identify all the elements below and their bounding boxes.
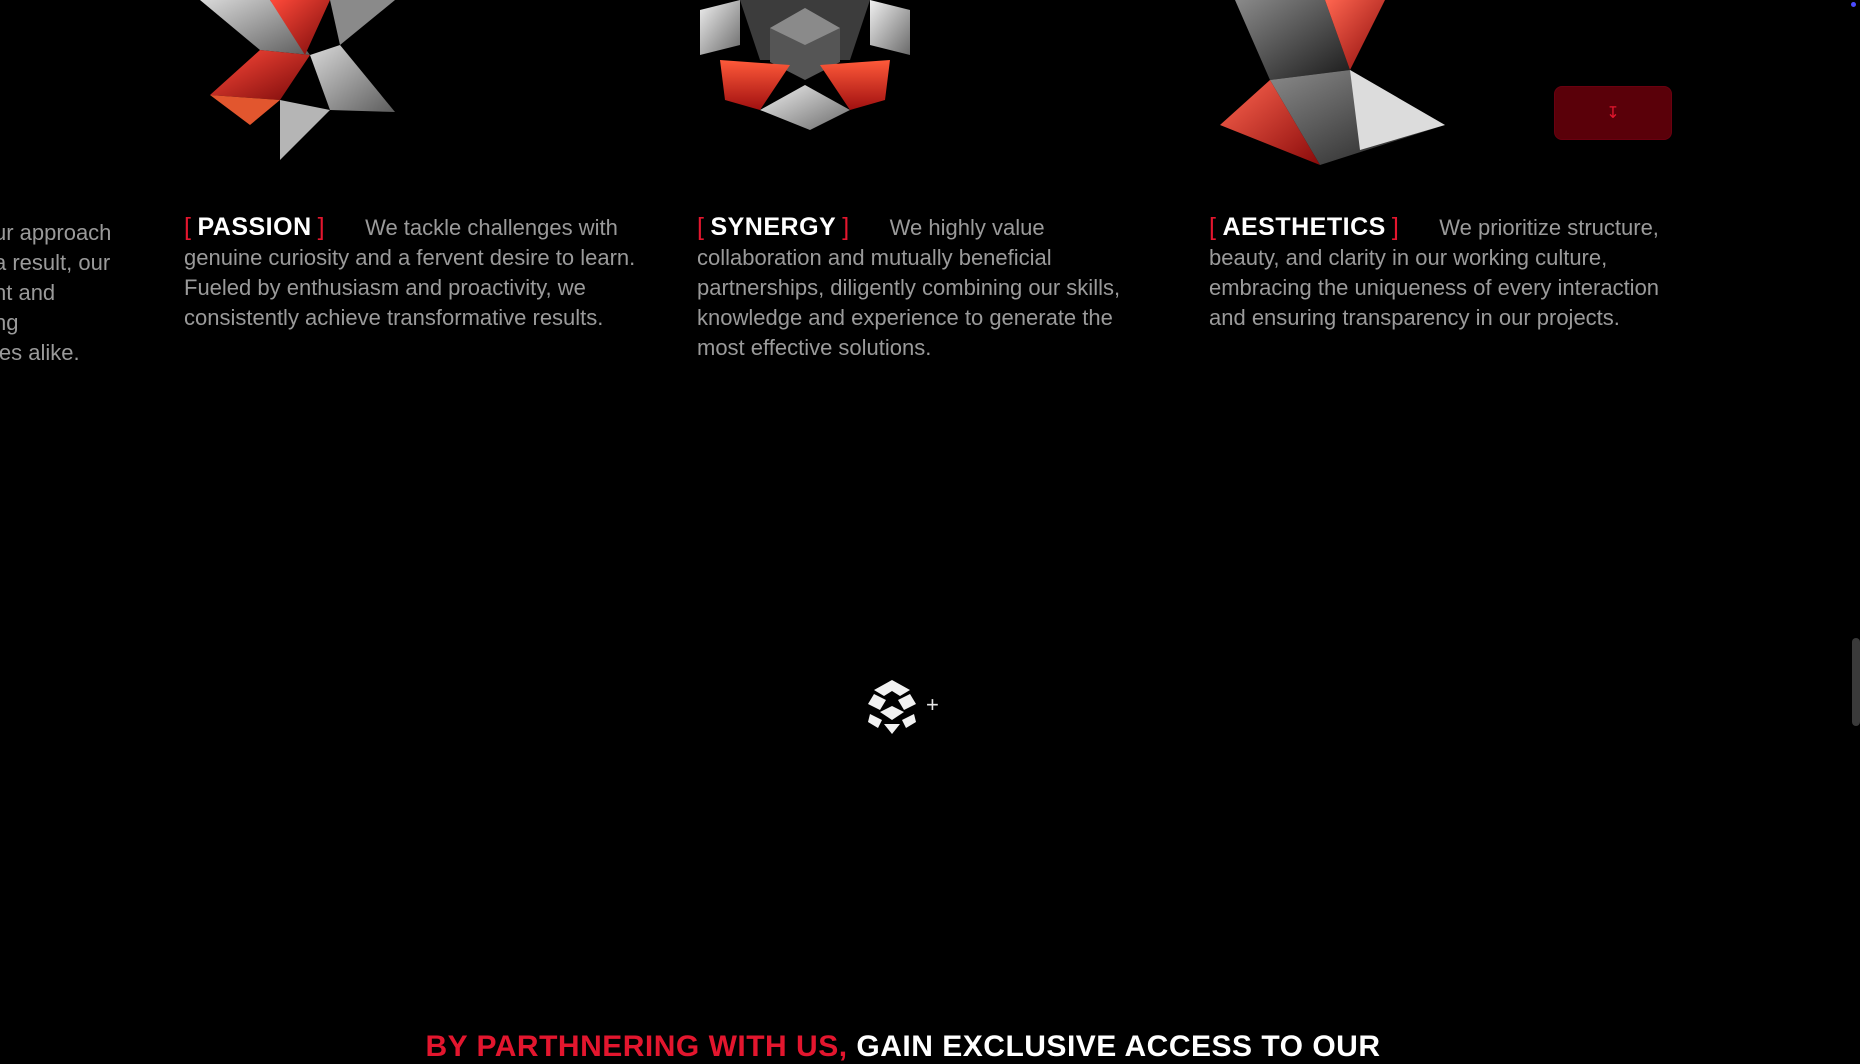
passion-shape-graphic <box>200 0 395 160</box>
value-column-aesthetics: [AESTHETICS] We prioritize structure, bea… <box>1209 212 1669 333</box>
cta-red-text: BY PARTHNERING WITH US, <box>425 1030 848 1063</box>
value-column-synergy: [SYNERGY] We highly value collaboration a… <box>697 212 1157 363</box>
aesthetics-shape-graphic <box>1220 0 1445 165</box>
brand-logo-icon <box>868 680 916 734</box>
partner-cta-heading: BY PARTHNERING WITH US, GAIN EXCLUSIVE A… <box>0 1030 1806 1064</box>
cta-white-text: GAIN EXCLUSIVE ACCESS TO OUR <box>856 1030 1381 1063</box>
plus-icon: + <box>926 692 939 717</box>
corner-indicator <box>1851 2 1856 7</box>
synergy-shape-graphic <box>700 0 910 130</box>
synergy-heading: [SYNERGY] <box>697 213 850 241</box>
arrow-down-icon: ↧ <box>1606 105 1620 122</box>
cut-off-description: ur approach a result, our ht and ng ies alik… <box>0 220 112 365</box>
value-column-passion: [PASSION] We tackle challenges with genui… <box>184 212 644 333</box>
scroll-down-button[interactable]: ↧ <box>1554 86 1672 140</box>
aesthetics-heading: [AESTHETICS] <box>1209 213 1400 241</box>
passion-heading: [PASSION] <box>184 213 326 241</box>
scrollbar-thumb[interactable] <box>1852 638 1860 726</box>
